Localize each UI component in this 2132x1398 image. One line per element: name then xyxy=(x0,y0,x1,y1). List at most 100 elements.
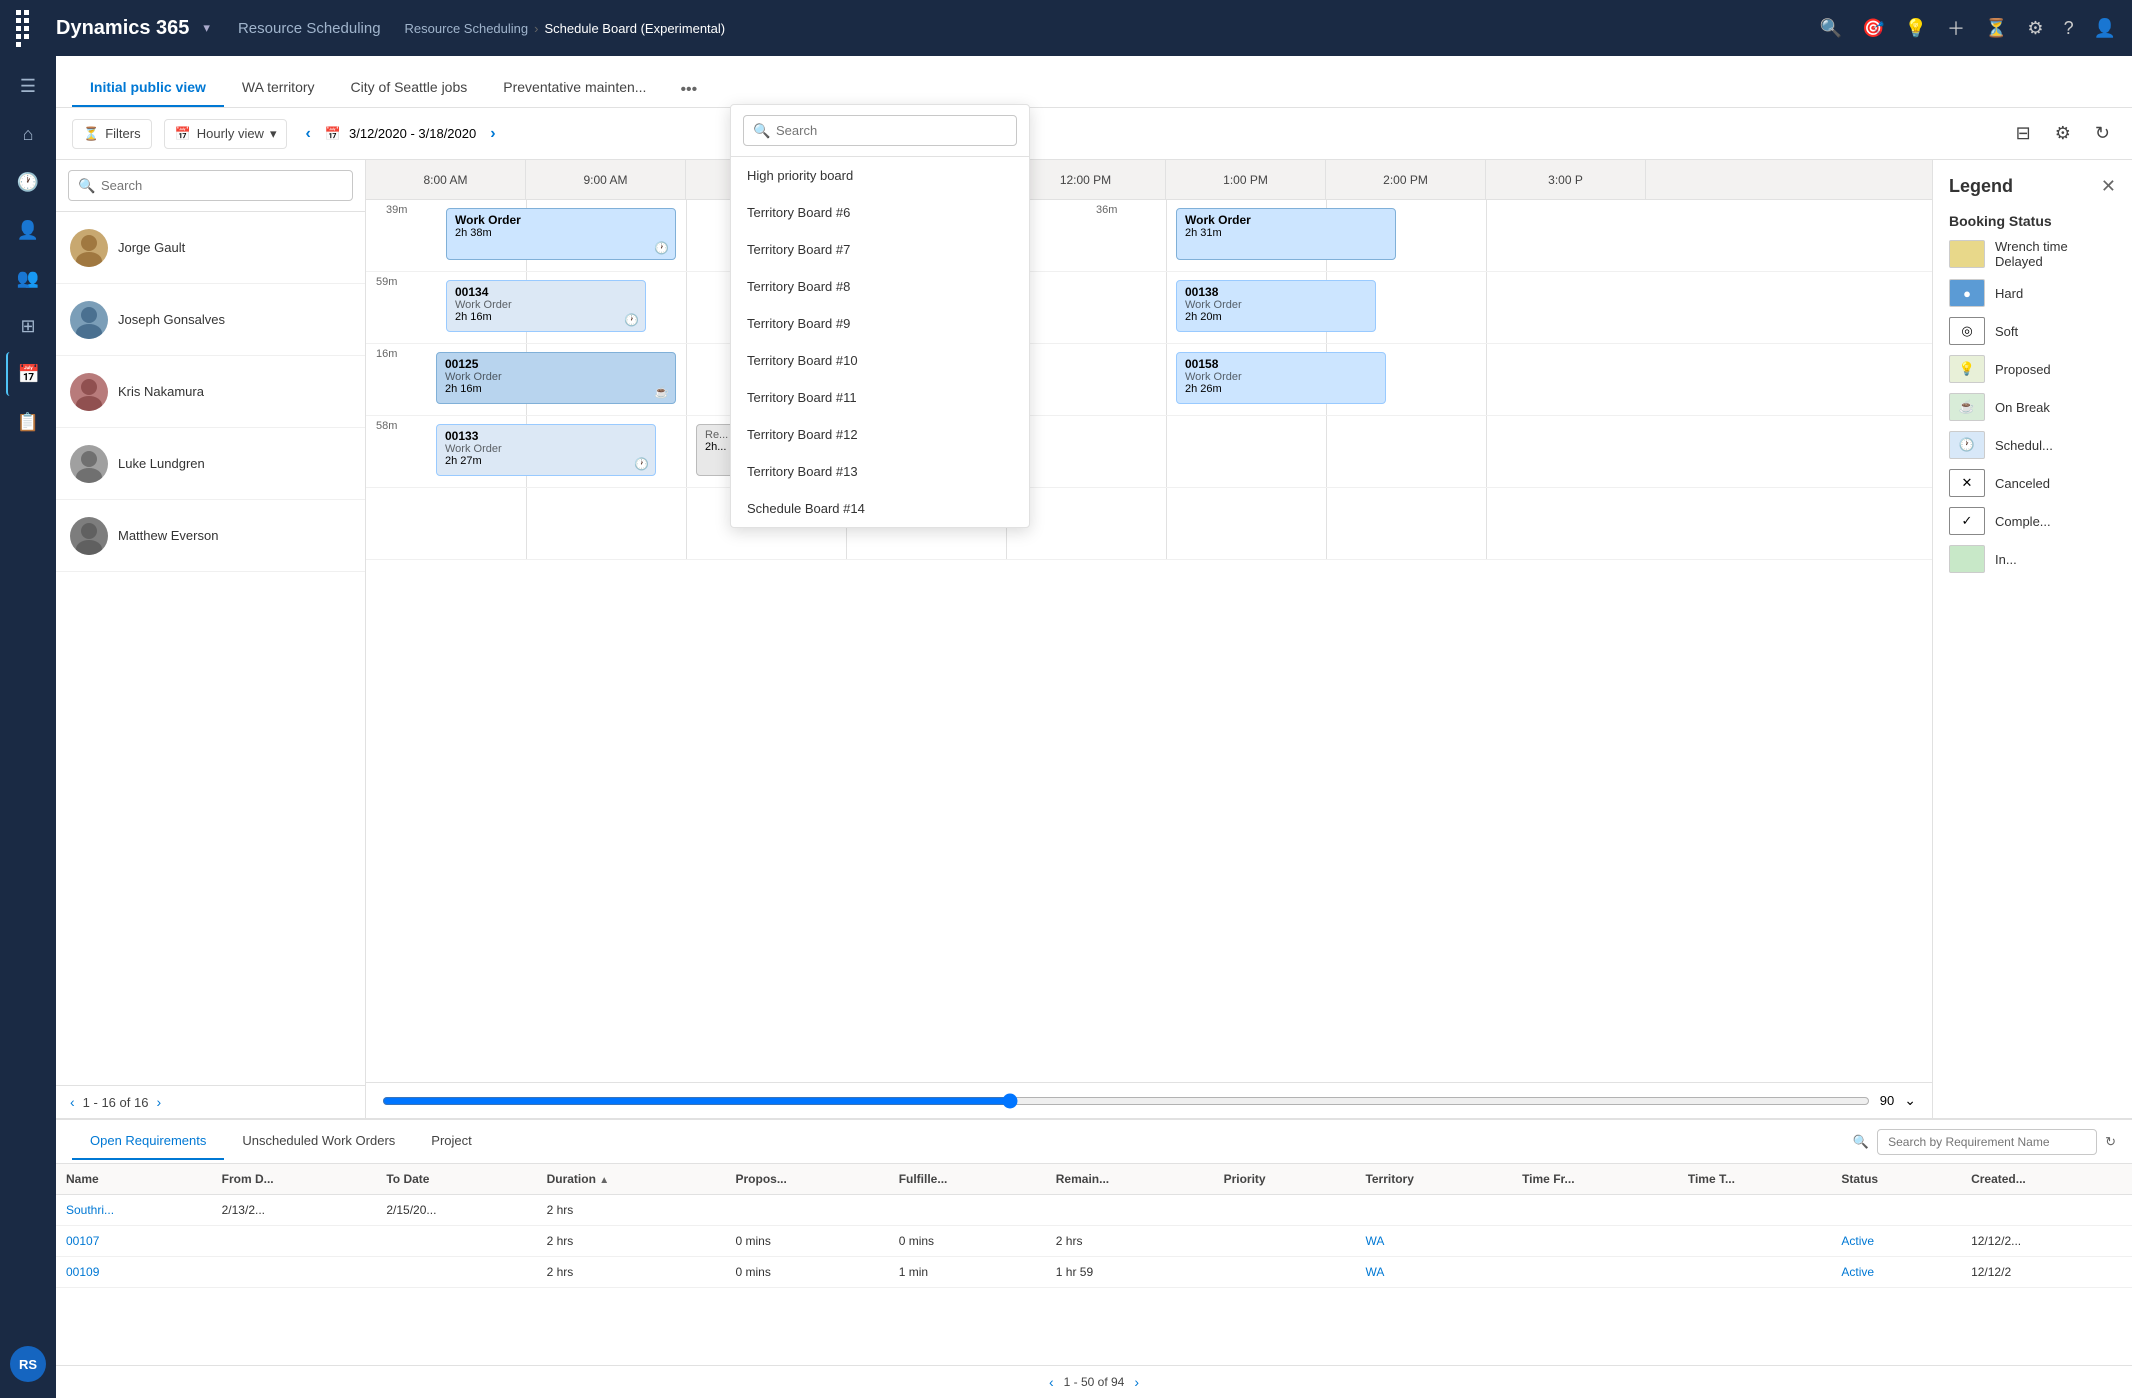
legend-item-onbreak: ☕ On Break xyxy=(1949,393,2116,421)
add-icon[interactable]: ＋ xyxy=(1947,15,1965,41)
col-status[interactable]: Status xyxy=(1831,1164,1961,1195)
sidebar-team-icon[interactable]: 👥 xyxy=(6,256,50,300)
dropdown-item[interactable]: Territory Board #12 xyxy=(731,416,1029,453)
goal-icon[interactable]: 🎯 xyxy=(1862,18,1884,39)
user-avatar[interactable]: RS xyxy=(10,1346,46,1382)
col-priority[interactable]: Priority xyxy=(1214,1164,1356,1195)
dropdown-item[interactable]: Territory Board #13 xyxy=(731,453,1029,490)
booking-chip[interactable]: 00125 Work Order 2h 16m ☕ xyxy=(436,352,676,404)
dropdown-item[interactable]: Territory Board #7 xyxy=(731,231,1029,268)
resource-row[interactable]: Kris Nakamura xyxy=(56,356,365,428)
booking-chip[interactable]: 00158 Work Order 2h 26m xyxy=(1176,352,1386,404)
user-icon[interactable]: 👤 xyxy=(2094,18,2116,39)
col-duration[interactable]: Duration ▲ xyxy=(537,1164,726,1195)
cell-territory[interactable]: WA xyxy=(1355,1226,1512,1257)
col-remaining[interactable]: Remain... xyxy=(1046,1164,1214,1195)
col-created[interactable]: Created... xyxy=(1961,1164,2132,1195)
booking-chip[interactable]: 00138 Work Order 2h 20m xyxy=(1176,280,1376,332)
breadcrumb: Resource Scheduling › Schedule Board (Ex… xyxy=(405,21,726,36)
legend-title: Legend xyxy=(1949,176,2013,197)
dropdown-item[interactable]: Territory Board #9 xyxy=(731,305,1029,342)
tab-initial-public-view[interactable]: Initial public view xyxy=(72,69,224,107)
cell-status[interactable]: Active xyxy=(1831,1226,1961,1257)
date-prev-button[interactable]: ‹ xyxy=(299,121,316,147)
booking-chip[interactable]: Work Order 2h 38m 🕐 xyxy=(446,208,676,260)
board-settings-icon[interactable]: ⚙ xyxy=(2049,119,2077,148)
col-territory[interactable]: Territory xyxy=(1355,1164,1512,1195)
dropdown-search-input[interactable] xyxy=(743,115,1017,146)
col-time-from[interactable]: Time Fr... xyxy=(1512,1164,1678,1195)
col-proposed[interactable]: Propos... xyxy=(725,1164,888,1195)
settings-icon[interactable]: ⚙ xyxy=(2027,18,2043,39)
board-dropdown: 🔍 High priority board Territory Board #6… xyxy=(730,104,1030,528)
chip-type: Work Order xyxy=(445,443,647,455)
col-name[interactable]: Name xyxy=(56,1164,212,1195)
help-icon[interactable]: ? xyxy=(2064,18,2074,39)
dropdown-item[interactable]: High priority board xyxy=(731,157,1029,194)
dropdown-item[interactable]: Territory Board #10 xyxy=(731,342,1029,379)
booking-chip[interactable]: 00133 Work Order 2h 27m 🕐 xyxy=(436,424,656,476)
refresh-icon[interactable]: ↻ xyxy=(2105,1134,2116,1150)
cell-territory[interactable]: WA xyxy=(1355,1257,1512,1288)
tab-preventative[interactable]: Preventative mainten... xyxy=(485,69,664,107)
sidebar-calendar-icon[interactable]: 📅 xyxy=(6,352,50,396)
resource-row[interactable]: Luke Lundgren xyxy=(56,428,365,500)
col-to-date[interactable]: To Date xyxy=(376,1164,536,1195)
dropdown-item[interactable]: Schedule Board #14 xyxy=(731,490,1029,527)
date-next-button[interactable]: › xyxy=(484,121,501,147)
cell-name[interactable]: 00109 xyxy=(56,1257,212,1288)
prev-page-button[interactable]: ‹ xyxy=(70,1094,75,1110)
zoom-slider[interactable] xyxy=(382,1093,1870,1109)
lightbulb-icon[interactable]: 💡 xyxy=(1905,18,1927,39)
prev-page-button[interactable]: ‹ xyxy=(1049,1374,1054,1390)
tab-open-requirements[interactable]: Open Requirements xyxy=(72,1123,224,1160)
dropdown-item[interactable]: Territory Board #11 xyxy=(731,379,1029,416)
booking-chip[interactable]: 00134 Work Order 2h 16m 🕐 xyxy=(446,280,646,332)
refresh-icon[interactable]: ↻ xyxy=(2089,119,2116,148)
filters-button[interactable]: ⏳ Filters xyxy=(72,119,152,149)
booking-chip[interactable]: Work Order 2h 31m xyxy=(1176,208,1396,260)
sidebar-home-icon[interactable]: ⌂ xyxy=(6,112,50,156)
search-icon[interactable]: 🔍 xyxy=(1820,18,1842,39)
tab-wa-territory[interactable]: WA territory xyxy=(224,69,333,107)
col-time-to[interactable]: Time T... xyxy=(1678,1164,1832,1195)
time-slot-8am: 8:00 AM xyxy=(366,160,526,199)
tab-seattle-jobs[interactable]: City of Seattle jobs xyxy=(333,69,486,107)
col-fulfilled[interactable]: Fulfille... xyxy=(889,1164,1046,1195)
sidebar-people-icon[interactable]: 👤 xyxy=(6,208,50,252)
tab-project[interactable]: Project xyxy=(413,1123,489,1160)
app-launcher-icon[interactable] xyxy=(16,10,36,47)
chip-type: Work Order xyxy=(1185,299,1367,311)
tab-unscheduled-work-orders[interactable]: Unscheduled Work Orders xyxy=(224,1123,413,1160)
sidebar-menu-icon[interactable]: ☰ xyxy=(6,64,50,108)
requirement-search-input[interactable] xyxy=(1877,1129,2097,1155)
resource-row[interactable]: Jorge Gault xyxy=(56,212,365,284)
resource-pagination: ‹ 1 - 16 of 16 › xyxy=(56,1085,365,1118)
tab-more-button[interactable]: ••• xyxy=(668,73,709,107)
resource-search-input[interactable] xyxy=(68,170,353,201)
resource-row[interactable]: Joseph Gonsalves xyxy=(56,284,365,356)
calendar-icon-2: 📅 xyxy=(325,126,341,142)
legend-close-button[interactable]: ✕ xyxy=(2101,176,2116,197)
expand-icon[interactable]: ⌄ xyxy=(1904,1092,1916,1109)
legend-label: On Break xyxy=(1995,400,2050,415)
col-from-date[interactable]: From D... xyxy=(212,1164,377,1195)
sidebar-groups-icon[interactable]: ⊞ xyxy=(6,304,50,348)
dropdown-item[interactable]: Territory Board #6 xyxy=(731,194,1029,231)
brand-dropdown-icon[interactable]: ▾ xyxy=(203,20,210,36)
sidebar-recent-icon[interactable]: 🕐 xyxy=(6,160,50,204)
resource-name: Kris Nakamura xyxy=(118,384,204,399)
view-list-icon[interactable]: ⊟ xyxy=(2010,119,2037,148)
cell-name[interactable]: Southri... xyxy=(56,1195,212,1226)
view-selector-button[interactable]: 📅 Hourly view ▾ xyxy=(164,119,288,149)
resource-row[interactable]: Matthew Everson xyxy=(56,500,365,572)
dropdown-item[interactable]: Territory Board #8 xyxy=(731,268,1029,305)
cell-name[interactable]: 00107 xyxy=(56,1226,212,1257)
next-page-button[interactable]: › xyxy=(156,1094,161,1110)
cell-status[interactable]: Active xyxy=(1831,1257,1961,1288)
sidebar-schedule-icon[interactable]: 📋 xyxy=(6,400,50,444)
breadcrumb-item-1[interactable]: Resource Scheduling xyxy=(405,21,529,36)
tab-bar: Initial public view WA territory City of… xyxy=(56,56,2132,108)
next-page-button[interactable]: › xyxy=(1134,1374,1139,1390)
filter-icon[interactable]: ⏳ xyxy=(1985,18,2007,39)
